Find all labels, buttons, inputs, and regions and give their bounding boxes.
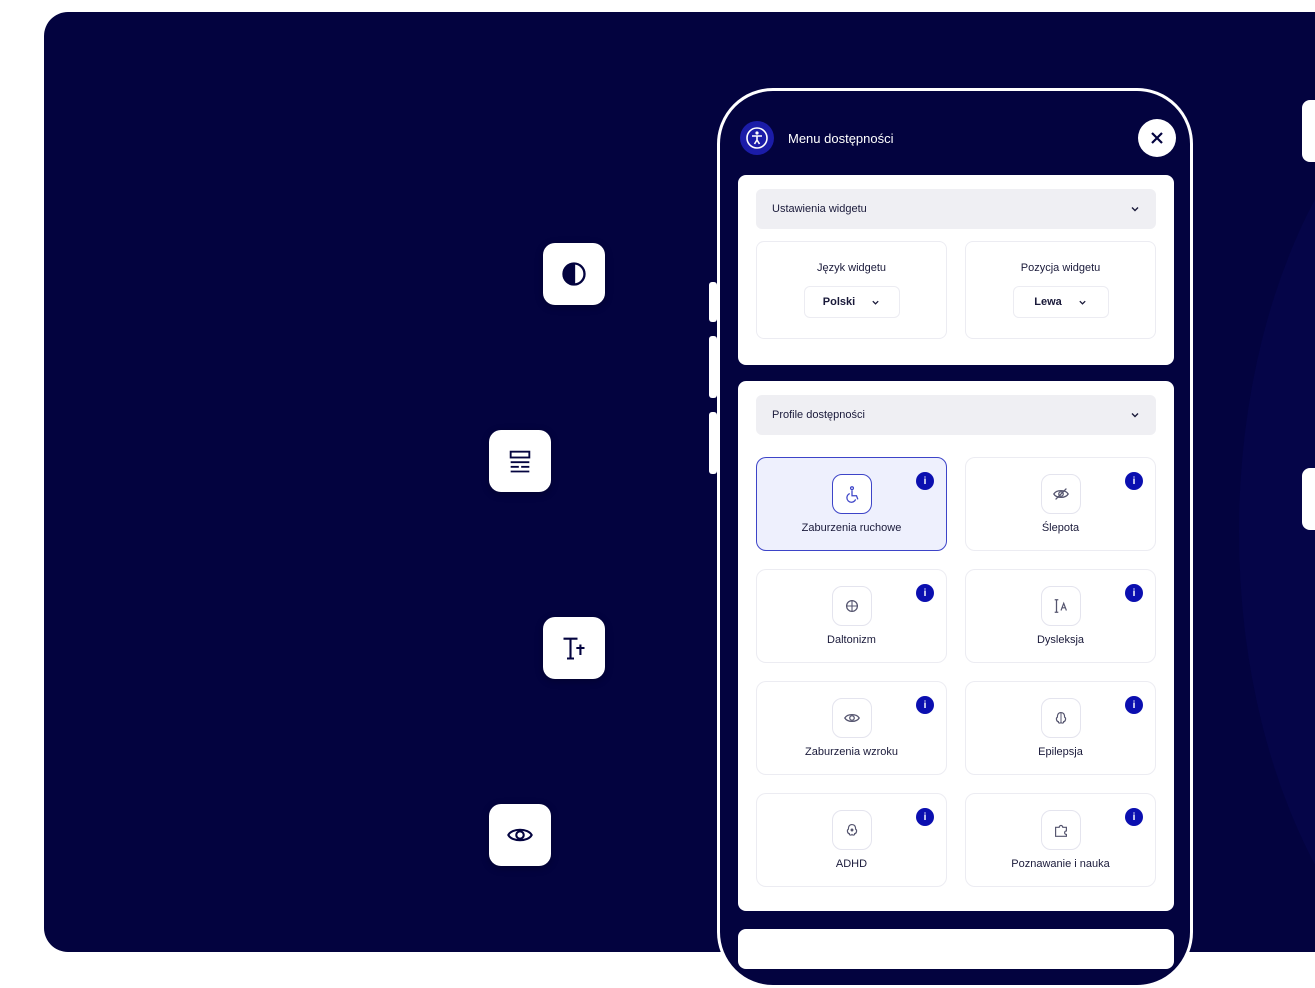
info-button[interactable]: i <box>1125 584 1143 602</box>
menu-header: Menu dostępności <box>740 119 1176 157</box>
profile-icon-box <box>1040 810 1081 850</box>
info-button[interactable]: i <box>916 808 934 826</box>
accessibility-person-icon <box>746 127 768 149</box>
info-button[interactable]: i <box>1125 472 1143 490</box>
line-spacing-icon <box>509 450 531 473</box>
language-setting: Język widgetu Polski <box>756 241 947 339</box>
phone-side-button <box>709 412 717 474</box>
text-size-button[interactable] <box>543 617 605 679</box>
color-blind-icon <box>845 599 858 613</box>
close-icon <box>1151 132 1163 144</box>
profile-name: ADHD <box>835 858 868 870</box>
profile-tile[interactable]: Daltonizm i <box>756 569 947 663</box>
profile-tile[interactable]: Dysleksja i <box>965 569 1156 663</box>
profiles-title: Profile dostępności <box>772 409 865 421</box>
info-button[interactable]: i <box>1125 808 1143 826</box>
phone-frame: Menu dostępności Ustawienia widgetu Języ… <box>717 88 1193 988</box>
widget-settings-toggle[interactable]: Ustawienia widgetu <box>756 189 1156 229</box>
edge-tab-middle <box>1302 468 1315 530</box>
profile-name: Zaburzenia ruchowe <box>801 522 902 534</box>
text-cursor-icon <box>1054 599 1067 613</box>
profile-tile[interactable]: Zaburzenia ruchowe i <box>756 457 947 551</box>
brain-icon <box>1055 712 1066 724</box>
profile-tile[interactable]: Zaburzenia wzroku i <box>756 681 947 775</box>
chevron-down-icon <box>1131 207 1139 212</box>
info-button[interactable]: i <box>916 472 934 490</box>
profile-name: Zaburzenia wzroku <box>805 746 898 758</box>
phone-side-button <box>709 282 717 322</box>
contrast-icon <box>562 262 586 286</box>
menu-title: Menu dostępności <box>788 130 894 146</box>
profile-icon-box <box>831 586 872 626</box>
puzzle-icon <box>1054 824 1067 837</box>
profile-tile[interactable]: Poznawanie i nauka i <box>965 793 1156 887</box>
profile-name: Epilepsja <box>1038 746 1083 758</box>
profile-tile[interactable]: Ślepota i <box>965 457 1156 551</box>
profile-tile[interactable]: Epilepsja i <box>965 681 1156 775</box>
profile-icon-box <box>1040 586 1081 626</box>
language-select[interactable]: Polski <box>803 286 900 318</box>
edge-tab-top <box>1302 100 1315 162</box>
language-label: Język widgetu <box>816 262 887 274</box>
profile-icon-box <box>831 698 872 738</box>
info-button[interactable]: i <box>916 584 934 602</box>
position-value: Lewa <box>1034 296 1062 308</box>
profile-name: Ślepota <box>1041 522 1080 534</box>
close-button[interactable] <box>1138 119 1176 157</box>
accessibility-logo <box>740 121 774 155</box>
profile-name: Dysleksja <box>1036 634 1085 646</box>
next-section-card <box>738 929 1174 969</box>
contrast-button[interactable] <box>543 243 605 305</box>
position-setting: Pozycja widgetu Lewa <box>965 241 1156 339</box>
profiles-toggle[interactable]: Profile dostępności <box>756 395 1156 435</box>
chevron-down-icon <box>872 300 879 305</box>
line-spacing-button[interactable] <box>489 430 551 492</box>
focus-icon <box>846 824 857 836</box>
profile-icon-box <box>831 810 872 850</box>
eye-icon <box>507 828 533 842</box>
eye-button[interactable] <box>489 804 551 866</box>
chevron-down-icon <box>1131 413 1139 418</box>
profiles-grid: Zaburzenia ruchowe i Ślepota i Daltonizm i Dys… <box>756 457 1156 887</box>
position-select[interactable]: Lewa <box>1012 286 1109 318</box>
profile-tile[interactable]: ADHD i <box>756 793 947 887</box>
phone-side-button <box>709 336 717 398</box>
info-button[interactable]: i <box>1125 696 1143 714</box>
position-label: Pozycja widgetu <box>1020 262 1101 274</box>
chevron-down-icon <box>1079 300 1086 305</box>
profile-icon-box <box>1040 698 1081 738</box>
wheelchair-icon <box>845 486 858 503</box>
widget-settings-card: Ustawienia widgetu Język widgetu Polski … <box>738 175 1174 365</box>
info-button[interactable]: i <box>916 696 934 714</box>
widget-settings-title: Ustawienia widgetu <box>772 203 867 215</box>
language-value: Polski <box>822 296 856 308</box>
profile-name: Daltonizm <box>827 634 876 646</box>
profile-icon-box <box>831 474 872 514</box>
eye-off-icon <box>1052 488 1069 500</box>
profile-name: Poznawanie i nauka <box>1011 858 1110 870</box>
profiles-card: Profile dostępności Zaburzenia ruchowe i Ś… <box>738 381 1174 911</box>
eye-icon <box>843 713 860 723</box>
text-size-icon <box>563 637 585 660</box>
profile-icon-box <box>1040 474 1081 514</box>
